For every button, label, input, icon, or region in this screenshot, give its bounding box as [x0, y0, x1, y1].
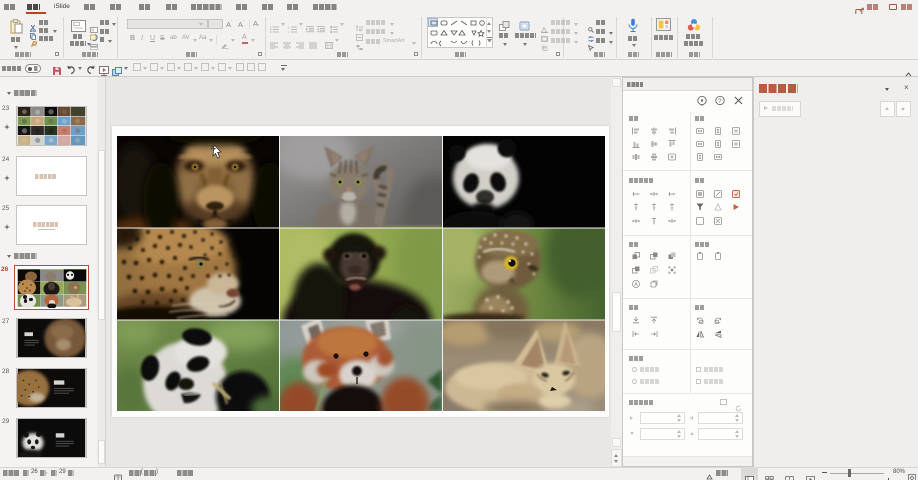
svg-text:A: A — [634, 282, 638, 288]
svg-text:?: ? — [718, 98, 722, 105]
svg-text:2: 2 — [288, 30, 290, 33]
svg-text:1: 1 — [288, 26, 290, 30]
